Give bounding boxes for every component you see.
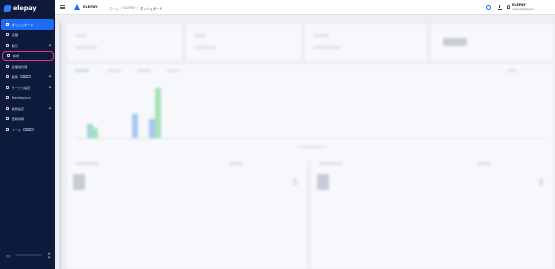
sidebar-item-label: 登録情報 (11, 117, 25, 122)
content-rail (59, 21, 62, 269)
staff-icon (6, 64, 10, 68)
beta-badge: BETA (19, 75, 31, 79)
menu-toggle-icon[interactable] (60, 5, 65, 9)
chevron-updown-icon (47, 252, 51, 259)
dashboard-content (55, 15, 555, 269)
user-email: support@elepay.io (512, 7, 535, 11)
chevron-down-icon (48, 85, 52, 88)
sidebar-item-transactions[interactable]: 取引 (0, 40, 55, 51)
help-icon[interactable] (486, 4, 491, 10)
sidebar-nav: ダッシュボード 店舗 取引 請求 従業員管理 顧客 BETA サービス設定 Ma… (0, 19, 55, 135)
chevron-down-icon (48, 74, 52, 78)
sidebar-item-staff[interactable]: 従業員管理 (0, 61, 55, 72)
customer-icon (6, 75, 10, 79)
logo-text: elepay (13, 4, 37, 12)
sidebar-item-stores[interactable]: 店舗 (0, 30, 55, 41)
download-icon[interactable] (497, 4, 502, 10)
stat-card (186, 24, 301, 61)
beta-badge: BETA (23, 127, 34, 132)
user-menu[interactable]: ELEPAY support@elepay.io (507, 3, 555, 13)
stat-card (431, 24, 553, 61)
org-name[interactable]: ELEPAY (83, 5, 98, 9)
marketplace-icon (6, 96, 10, 100)
sidebar-item-service-settings[interactable]: サービス設定 (0, 82, 55, 93)
sidebar-item-dashboard[interactable]: ダッシュボード (1, 19, 54, 30)
environment-label: 環境 (6, 255, 11, 258)
sidebar-item-developer[interactable]: 開発設定 (0, 103, 55, 114)
sidebar-item-label: 取引 (11, 43, 18, 48)
chart-card (67, 64, 553, 160)
stat-card (305, 24, 427, 61)
sidebar-item-customers[interactable]: 顧客 BETA (0, 72, 55, 83)
breadcrumb-org[interactable]: ELEPAY (124, 6, 135, 11)
sidebar-item-label: 開発設定 (11, 106, 25, 111)
sidebar-item-label: 従業員管理 (11, 64, 28, 69)
developer-icon (6, 106, 10, 110)
sidebar-item-label: ツール (11, 127, 22, 132)
registration-icon (6, 117, 10, 121)
sidebar-item-marketplace[interactable]: Marketplace (0, 93, 55, 104)
breadcrumb-separator: / (120, 5, 122, 10)
sidebar-item-label: 請求 (12, 54, 19, 59)
sidebar: elepay ダッシュボード 店舗 取引 請求 従業員管理 顧客 BETA サー… (0, 0, 55, 269)
org-logo-icon (74, 4, 81, 10)
sidebar-item-label: Marketplace (11, 95, 31, 100)
chevron-down-icon (48, 106, 52, 109)
list-card (67, 156, 307, 269)
elepay-logo-icon (3, 4, 12, 12)
service-settings-icon (6, 85, 10, 89)
user-icon (507, 5, 510, 9)
tool-icon (6, 127, 10, 131)
breadcrumb-separator: / (136, 5, 139, 10)
sidebar-item-label: 店舗 (11, 33, 18, 38)
list-card (311, 156, 553, 269)
environment-value (15, 254, 42, 256)
user-name: ELEPAY (512, 3, 526, 7)
chevron-down-icon (48, 43, 52, 46)
breadcrumb-current: ダッシュボード (140, 6, 163, 11)
invoice-icon (7, 54, 11, 58)
sidebar-item-invoices[interactable]: 請求 (1, 50, 54, 61)
sidebar-item-label: 顧客 (11, 75, 18, 80)
sidebar-item-label: サービス設定 (11, 85, 31, 90)
sidebar-item-tools[interactable]: ツール BETA (0, 124, 55, 135)
sidebar-item-label: ダッシュボード (11, 22, 34, 27)
top-header: ELEPAY ホーム / ELEPAY / ダッシュボード ELEPAY sup… (55, 0, 555, 15)
dashboard-icon (6, 22, 10, 26)
environment-switcher[interactable]: 環境 (6, 252, 51, 261)
sidebar-item-registration[interactable]: 登録情報 (0, 114, 55, 125)
breadcrumb-home[interactable]: ホーム (109, 6, 118, 11)
transaction-icon (6, 43, 10, 47)
breadcrumb: ホーム / ELEPAY / ダッシュボード (109, 6, 162, 11)
stat-card (67, 24, 182, 61)
elepay-logo[interactable]: elepay (3, 3, 37, 13)
store-icon (6, 33, 10, 37)
